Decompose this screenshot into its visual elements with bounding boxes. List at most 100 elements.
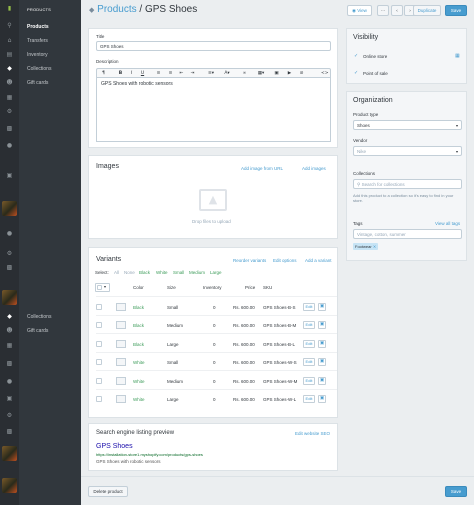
row-checkbox[interactable]	[96, 322, 102, 328]
text-color-icon[interactable]: A▾	[221, 70, 233, 77]
vendor-input[interactable]: Nike ▾	[353, 146, 462, 156]
channel-avatar[interactable]	[2, 290, 17, 305]
close-icon[interactable]: ×	[373, 244, 376, 249]
reports-icon[interactable]: ▦	[6, 94, 13, 101]
location-icon[interactable]: ●	[6, 378, 13, 385]
variant-image-placeholder[interactable]	[116, 377, 126, 385]
shopify-logo-icon[interactable]: ▮	[6, 5, 13, 12]
variant-color[interactable]: Black	[133, 323, 144, 328]
variant-image-placeholder[interactable]	[116, 340, 126, 348]
tags-input[interactable]: Vintage, cotton, summer	[353, 229, 462, 239]
variant-image-placeholder[interactable]	[116, 303, 126, 311]
tag-icon[interactable]: ◆	[6, 65, 13, 72]
variant-image-placeholder[interactable]	[116, 358, 126, 366]
numbered-list-icon[interactable]: ≡	[167, 70, 174, 77]
variant-color[interactable]: White	[133, 397, 145, 402]
tag-icon[interactable]: ◆	[6, 313, 13, 320]
filter-all[interactable]: All	[114, 270, 119, 275]
nav-item-products[interactable]: Products	[27, 24, 49, 30]
edit-variant-button[interactable]: Edit	[303, 358, 315, 366]
variant-color[interactable]: White	[133, 360, 145, 365]
customers-icon[interactable]: ☻	[6, 79, 13, 86]
checkmark-icon[interactable]: ✓	[354, 70, 358, 76]
add-variant-link[interactable]: Add a variant	[305, 258, 332, 263]
row-checkbox[interactable]	[96, 396, 102, 402]
cart-icon[interactable]: ▣	[6, 395, 13, 402]
variant-color[interactable]: Black	[133, 342, 144, 347]
italic-icon[interactable]: I	[128, 70, 135, 77]
nav-item-transfers[interactable]: Transfers	[27, 38, 48, 44]
variant-color[interactable]: White	[133, 379, 145, 384]
breadcrumb-products[interactable]: Products	[97, 4, 136, 15]
html-icon[interactable]: <>	[321, 70, 329, 77]
row-checkbox[interactable]	[96, 304, 102, 310]
view-all-tags-link[interactable]: View all tags	[435, 221, 460, 226]
customers-icon[interactable]: ☻	[6, 327, 13, 334]
edit-variant-button[interactable]: Edit	[303, 303, 315, 311]
pos-icon[interactable]: ▩	[6, 428, 13, 435]
clear-formatting-icon[interactable]: ⊘	[298, 70, 305, 77]
edit-variant-button[interactable]: Edit	[303, 395, 315, 403]
title-input[interactable]: GPS Shoes	[96, 41, 331, 51]
underline-icon[interactable]: U	[139, 70, 146, 77]
indent-icon[interactable]: ⇥	[189, 70, 196, 77]
paragraph-icon[interactable]: ¶	[100, 70, 107, 77]
nav-item-collections[interactable]: Collections	[27, 314, 51, 320]
variant-color[interactable]: Black	[133, 305, 144, 310]
nav-item-gift-cards[interactable]: Gift cards	[27, 80, 48, 86]
row-checkbox[interactable]	[96, 341, 102, 347]
edit-options-link[interactable]: Edit options	[273, 258, 297, 263]
collections-search-input[interactable]: ⚲ Search for collections	[353, 179, 462, 189]
search-icon[interactable]: ⚲	[6, 22, 13, 29]
home-icon[interactable]: ⌂	[6, 37, 13, 44]
save-button-bottom[interactable]: Save	[445, 486, 467, 497]
image-icon[interactable]: ▣	[273, 70, 280, 77]
filter-black[interactable]: Black	[139, 270, 150, 275]
duplicate-button[interactable]: Duplicate	[413, 5, 441, 16]
bold-icon[interactable]: B	[117, 70, 124, 77]
filter-medium[interactable]: Medium	[189, 270, 205, 275]
delete-variant-button[interactable]: ▣	[318, 358, 326, 366]
filter-small[interactable]: Small	[173, 270, 184, 275]
video-icon[interactable]: ▶	[286, 70, 293, 77]
apps-icon[interactable]: ▩	[6, 360, 13, 367]
save-button-top[interactable]: Save	[445, 5, 467, 16]
bulk-select[interactable]: ▾	[95, 283, 110, 292]
delete-variant-button[interactable]: ▣	[318, 303, 326, 311]
edit-variant-button[interactable]: Edit	[303, 377, 315, 385]
link-icon[interactable]: ∞	[241, 70, 248, 77]
description-editor[interactable]: GPS Shoes with robotic sensors	[96, 78, 331, 142]
variant-image-placeholder[interactable]	[116, 321, 126, 329]
channel-avatar[interactable]	[2, 446, 17, 461]
delete-variant-button[interactable]: ▣	[318, 395, 326, 403]
view-button[interactable]: ◉ View	[347, 5, 372, 16]
delete-variant-button[interactable]: ▣	[318, 377, 326, 385]
location-icon[interactable]: ●	[6, 230, 13, 237]
edit-website-seo-link[interactable]: Edit website SEO	[295, 431, 330, 436]
reorder-variants-link[interactable]: Reorder variants	[233, 258, 266, 263]
cart-icon[interactable]: ▣	[6, 172, 13, 179]
product-type-select[interactable]: Shoes ▾	[353, 120, 462, 130]
pos-icon[interactable]: ▩	[6, 264, 13, 271]
add-image-from-url-link[interactable]: Add image from URL	[241, 166, 283, 171]
tag-chip[interactable]: Footwear ×	[353, 243, 379, 250]
delete-product-button[interactable]: Delete product	[88, 486, 128, 497]
filter-none[interactable]: None	[124, 270, 135, 275]
settings-icon[interactable]: ⚙	[6, 250, 13, 257]
calendar-icon[interactable]: ▦	[455, 53, 460, 59]
location-icon[interactable]: ●	[6, 142, 13, 149]
row-checkbox[interactable]	[96, 359, 102, 365]
apps-icon[interactable]: ▩	[6, 125, 13, 132]
delete-variant-button[interactable]: ▣	[318, 321, 326, 329]
bullet-list-icon[interactable]: ≡	[155, 70, 162, 77]
delete-variant-button[interactable]: ▣	[318, 340, 326, 348]
table-icon[interactable]: ▦▾	[255, 70, 267, 77]
nav-item-inventory[interactable]: Inventory	[27, 52, 48, 58]
row-checkbox[interactable]	[96, 378, 102, 384]
user-avatar[interactable]	[2, 478, 17, 493]
outdent-icon[interactable]: ⇤	[178, 70, 185, 77]
discounts-icon[interactable]: ⚙	[6, 108, 13, 115]
variant-image-placeholder[interactable]	[116, 395, 126, 403]
select-all-checkbox[interactable]	[97, 285, 102, 290]
filter-white[interactable]: White	[156, 270, 168, 275]
